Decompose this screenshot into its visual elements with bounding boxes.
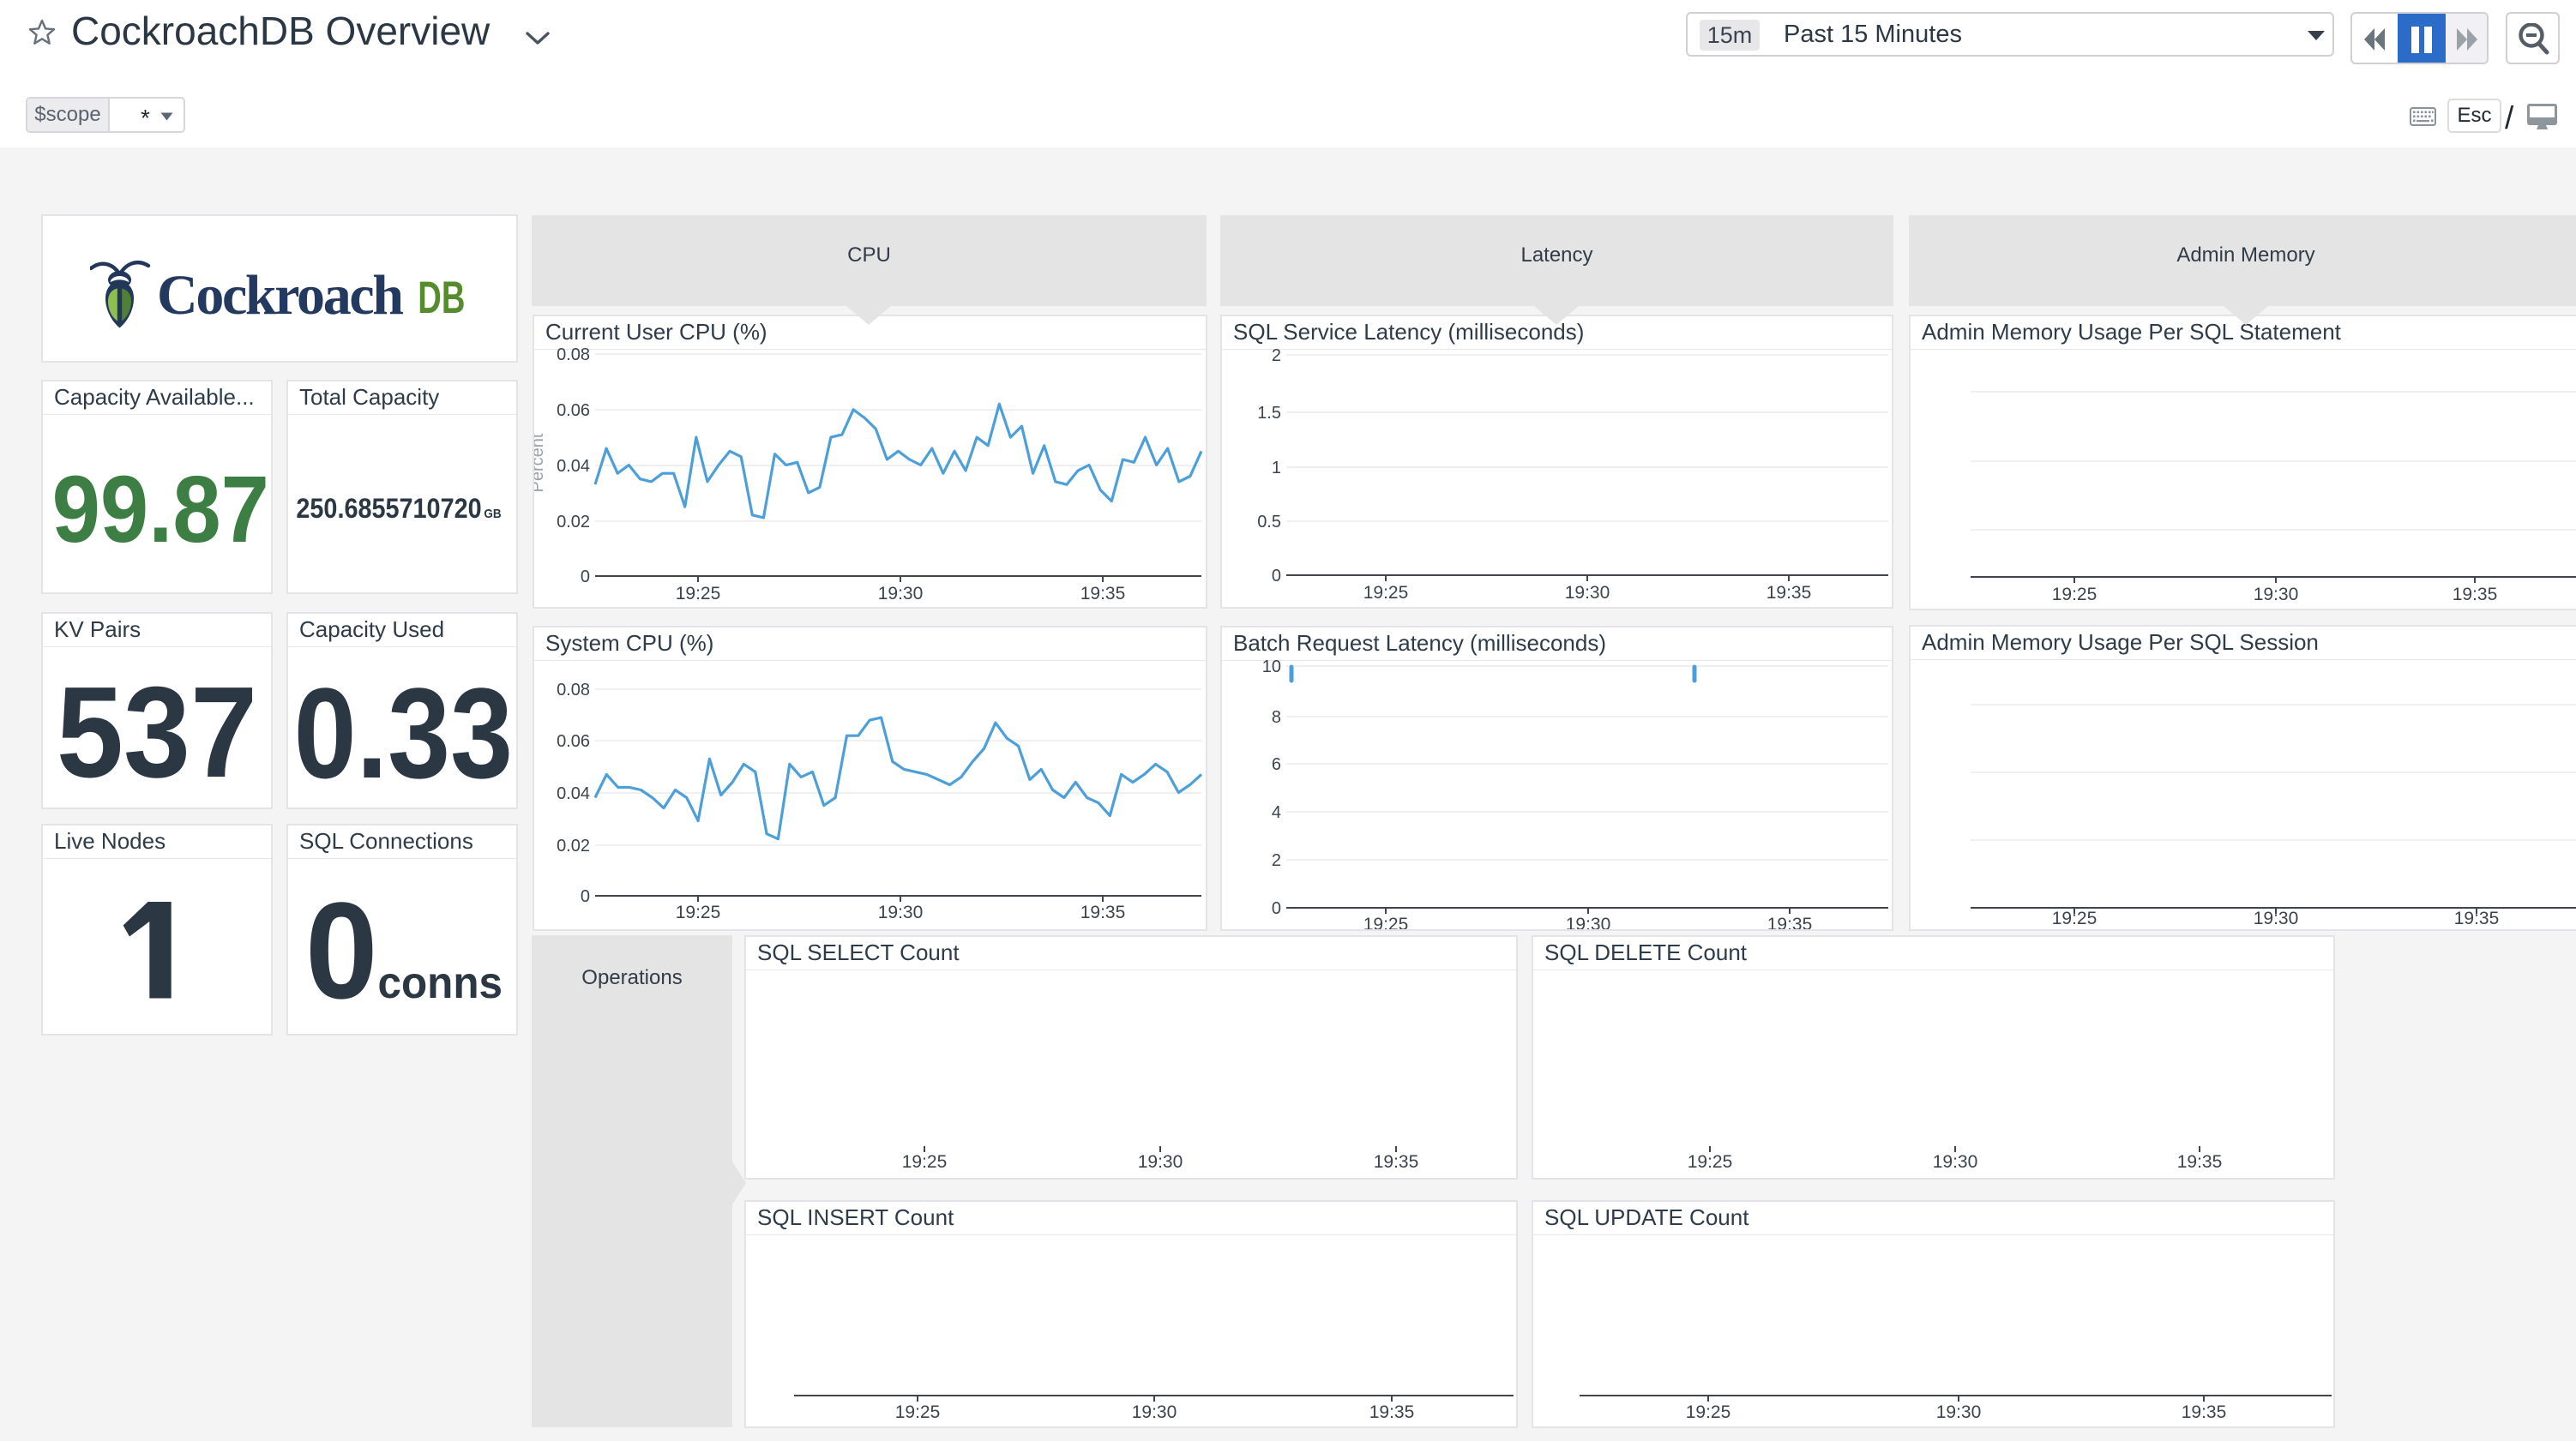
svg-text:19:30: 19:30 [1933, 1152, 1978, 1172]
svg-text:2: 2 [1272, 851, 1281, 870]
svg-text:19:35: 19:35 [1767, 915, 1813, 929]
svg-text:19:25: 19:25 [1686, 1402, 1731, 1422]
svg-text:0.04: 0.04 [557, 784, 590, 803]
svg-text:19:25: 19:25 [895, 1402, 941, 1422]
svg-text:19:30: 19:30 [1566, 915, 1611, 929]
svg-text:19:25: 19:25 [676, 903, 721, 922]
svg-text:1.5: 1.5 [1257, 404, 1281, 423]
svg-text:19:35: 19:35 [2454, 909, 2500, 928]
svg-text:6: 6 [1272, 755, 1281, 774]
svg-text:2: 2 [1272, 346, 1281, 365]
svg-text:19:35: 19:35 [2182, 1402, 2227, 1422]
svg-text:19:25: 19:25 [2052, 909, 2098, 928]
svg-text:0.08: 0.08 [557, 681, 590, 699]
svg-text:19:35: 19:35 [2453, 585, 2498, 604]
svg-text:Percent: Percent [534, 433, 547, 492]
svg-text:19:25: 19:25 [676, 584, 721, 603]
svg-text:19:25: 19:25 [2052, 585, 2098, 604]
svg-text:19:30: 19:30 [1138, 1152, 1183, 1172]
svg-text:0: 0 [1272, 899, 1281, 918]
svg-text:19:30: 19:30 [878, 903, 924, 922]
svg-text:1: 1 [1272, 459, 1281, 477]
svg-text:19:25: 19:25 [1688, 1152, 1733, 1172]
svg-text:19:35: 19:35 [1080, 903, 1126, 922]
svg-text:19:30: 19:30 [1565, 583, 1610, 603]
svg-text:19:25: 19:25 [902, 1152, 948, 1172]
svg-text:0: 0 [581, 887, 590, 906]
svg-text:19:25: 19:25 [1363, 915, 1409, 929]
svg-text:0.06: 0.06 [557, 732, 590, 751]
svg-text:19:30: 19:30 [1132, 1402, 1177, 1422]
svg-text:0.5: 0.5 [1257, 513, 1281, 531]
svg-text:0.08: 0.08 [557, 345, 590, 364]
svg-text:0.02: 0.02 [557, 837, 590, 856]
svg-text:0.06: 0.06 [557, 401, 590, 420]
svg-text:0: 0 [581, 567, 590, 586]
svg-text:19:35: 19:35 [1369, 1402, 1415, 1422]
svg-text:19:25: 19:25 [1363, 583, 1409, 603]
svg-text:19:35: 19:35 [1080, 584, 1126, 603]
svg-text:19:30: 19:30 [2254, 585, 2299, 604]
svg-text:0: 0 [1272, 567, 1281, 585]
svg-text:19:30: 19:30 [1936, 1402, 1982, 1422]
svg-text:19:35: 19:35 [1766, 583, 1812, 603]
svg-text:19:35: 19:35 [2177, 1152, 2223, 1172]
svg-text:19:30: 19:30 [878, 584, 924, 603]
svg-text:0.02: 0.02 [557, 513, 590, 531]
svg-text:4: 4 [1272, 803, 1281, 822]
svg-text:19:30: 19:30 [2254, 909, 2299, 928]
svg-text:Cockroach: Cockroach [157, 264, 404, 327]
svg-text:10: 10 [1262, 657, 1281, 676]
svg-text:DB: DB [418, 272, 465, 323]
svg-text:19:35: 19:35 [1374, 1152, 1419, 1172]
svg-text:8: 8 [1272, 708, 1281, 727]
svg-text:0.04: 0.04 [557, 457, 590, 476]
